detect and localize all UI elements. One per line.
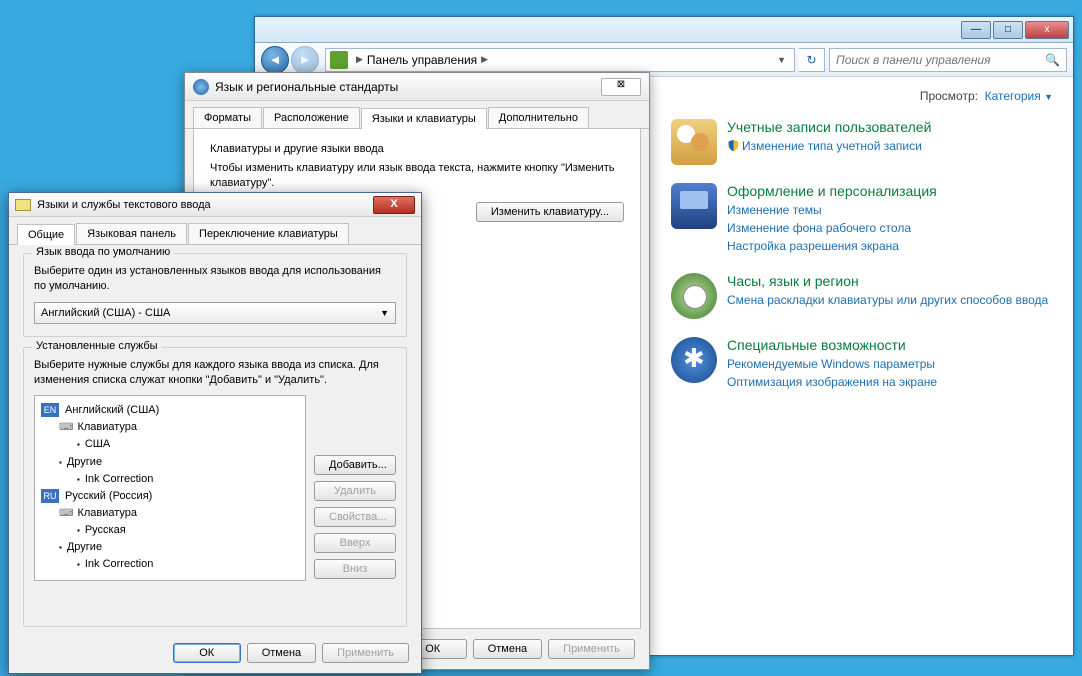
search-icon: 🔍 [1045,53,1060,67]
tree-buttons: Добавить... Удалить Свойства... Вверх Вн… [314,455,396,581]
shield-icon [727,139,740,152]
group-legend: Установленные службы [32,340,162,352]
section-heading: Клавиатуры и другие языки ввода [210,143,624,155]
default-language-combo[interactable]: Английский (США) - США ▼ [34,302,396,324]
apply-button[interactable]: Применить [548,639,635,659]
minimize-button[interactable]: — [961,21,991,39]
tree-lang[interactable]: EN Английский (США)КлавиатураСШАДругиеIn… [41,402,301,487]
category-item: Оформление и персонализация Изменение тем… [671,183,1053,255]
category-link[interactable]: Смена раскладки клавиатуры или других сп… [727,291,1048,309]
tab-2[interactable]: Переключение клавиатуры [188,223,349,244]
remove-button[interactable]: Удалить [314,481,396,501]
chevron-icon: ▶ [481,54,488,65]
category-icon [671,273,717,319]
lang-badge: RU [41,489,59,503]
text-services-dialog: Языки и службы текстового ввода X ОбщиеЯ… [8,192,422,674]
maximize-button[interactable]: □ [993,21,1023,39]
dialog-title: Язык и региональные стандарты [215,80,398,94]
tree-other-node[interactable]: ДругиеInk Correction [59,454,301,488]
dialog2-close-button[interactable]: X [373,196,415,214]
tab-1[interactable]: Языковая панель [76,223,187,244]
search-box[interactable]: 🔍 [829,48,1067,72]
group-text: Выберите один из установленных языков вв… [34,264,396,294]
section-text: Чтобы изменить клавиатуру или язык ввода… [210,161,624,192]
category-link[interactable]: Оптимизация изображения на экране [727,373,937,391]
breadcrumb-text: Панель управления [367,53,477,67]
tab-1[interactable]: Расположение [263,107,360,128]
chevron-down-icon[interactable]: ▼ [777,55,786,65]
move-up-button[interactable]: Вверх [314,533,396,553]
category-icon [671,183,717,229]
dialog2-footer: ОК Отмена Применить [173,643,409,663]
tree-layout[interactable]: Русская [77,522,301,539]
category-title[interactable]: Специальные возможности [727,337,937,353]
category-link[interactable]: Изменение типа учетной записи [727,137,931,155]
tab-0[interactable]: Общие [17,224,75,245]
category-title[interactable]: Оформление и персонализация [727,183,937,199]
apply-button[interactable]: Применить [322,643,409,663]
tree-keyboard-node[interactable]: КлавиатураСША [59,419,301,453]
category-list: Учетные записи пользователей Изменение ти… [671,119,1053,391]
tree-item[interactable]: Ink Correction [77,471,301,488]
tree-keyboard-node[interactable]: КлавиатураРусская [59,505,301,539]
category-icon [671,337,717,383]
category-link[interactable]: Изменение фона рабочего стола [727,219,937,237]
properties-button[interactable]: Свойства... [314,507,396,527]
tree-other-node[interactable]: ДругиеInk Correction [59,539,301,573]
control-panel-icon [330,51,348,69]
category-title[interactable]: Учетные записи пользователей [727,119,931,135]
refresh-button[interactable]: ↻ [799,48,825,72]
tree-layout[interactable]: США [77,436,301,453]
change-keyboard-button[interactable]: Изменить клавиатуру... [476,202,624,222]
category-link[interactable]: Изменение темы [727,201,937,219]
globe-icon [193,79,209,95]
group-legend: Язык ввода по умолчанию [32,246,174,258]
add-button[interactable]: Добавить... [314,455,396,475]
default-language-group: Язык ввода по умолчанию Выберите один из… [23,253,407,337]
dialog-titlebar: Язык и региональные стандарты ⊠ [185,73,649,101]
dialog2-tabs: ОбщиеЯзыковая панельПереключение клавиат… [9,217,421,245]
dialog1-tabs: ФорматыРасположениеЯзыки и клавиатурыДоп… [185,101,649,129]
view-dropdown[interactable]: Категория ▼ [985,89,1053,103]
installed-services-group: Установленные службы Выберите нужные слу… [23,347,407,627]
breadcrumb[interactable]: ▶ Панель управления ▶ ▼ [325,48,795,72]
category-link[interactable]: Рекомендуемые Windows параметры [727,355,937,373]
chevron-down-icon: ▼ [380,308,389,318]
tab-3[interactable]: Дополнительно [488,107,589,128]
group-text: Выберите нужные службы для каждого языка… [34,358,396,388]
dialog2-body: Язык ввода по умолчанию Выберите один из… [9,245,421,645]
category-icon [671,119,717,165]
category-item: Специальные возможности Рекомендуемые Win… [671,337,1053,391]
tab-2[interactable]: Языки и клавиатуры [361,108,487,129]
main-titlebar: — □ x [255,17,1073,43]
dialog1-footer: ОК Отмена Применить [399,639,635,659]
search-input[interactable] [836,53,1045,67]
forward-button[interactable]: ► [291,46,319,74]
dialog-close-button[interactable]: ⊠ [601,78,641,96]
category-item: Учетные записи пользователей Изменение ти… [671,119,1053,165]
combo-value: Английский (США) - США [41,307,170,319]
move-down-button[interactable]: Вниз [314,559,396,579]
back-button[interactable]: ◄ [261,46,289,74]
category-title[interactable]: Часы, язык и регион [727,273,1048,289]
tab-0[interactable]: Форматы [193,107,262,128]
category-link[interactable]: Настройка разрешения экрана [727,237,937,255]
dialog2-title: Языки и службы текстового ввода [37,199,211,211]
dialog2-titlebar: Языки и службы текстового ввода X [9,193,421,217]
close-button[interactable]: x [1025,21,1069,39]
lang-badge: EN [41,403,59,417]
tree-item[interactable]: Ink Correction [77,556,301,573]
keyboard-icon [15,199,31,211]
tree-lang[interactable]: RU Русский (Россия)КлавиатураРусскаяДруг… [41,488,301,573]
chevron-icon: ▶ [356,54,363,65]
language-tree[interactable]: EN Английский (США)КлавиатураСШАДругиеIn… [34,395,306,581]
cancel-button[interactable]: Отмена [473,639,542,659]
ok-button[interactable]: ОК [173,643,241,663]
category-item: Часы, язык и регион Смена раскладки клави… [671,273,1053,319]
cancel-button[interactable]: Отмена [247,643,316,663]
